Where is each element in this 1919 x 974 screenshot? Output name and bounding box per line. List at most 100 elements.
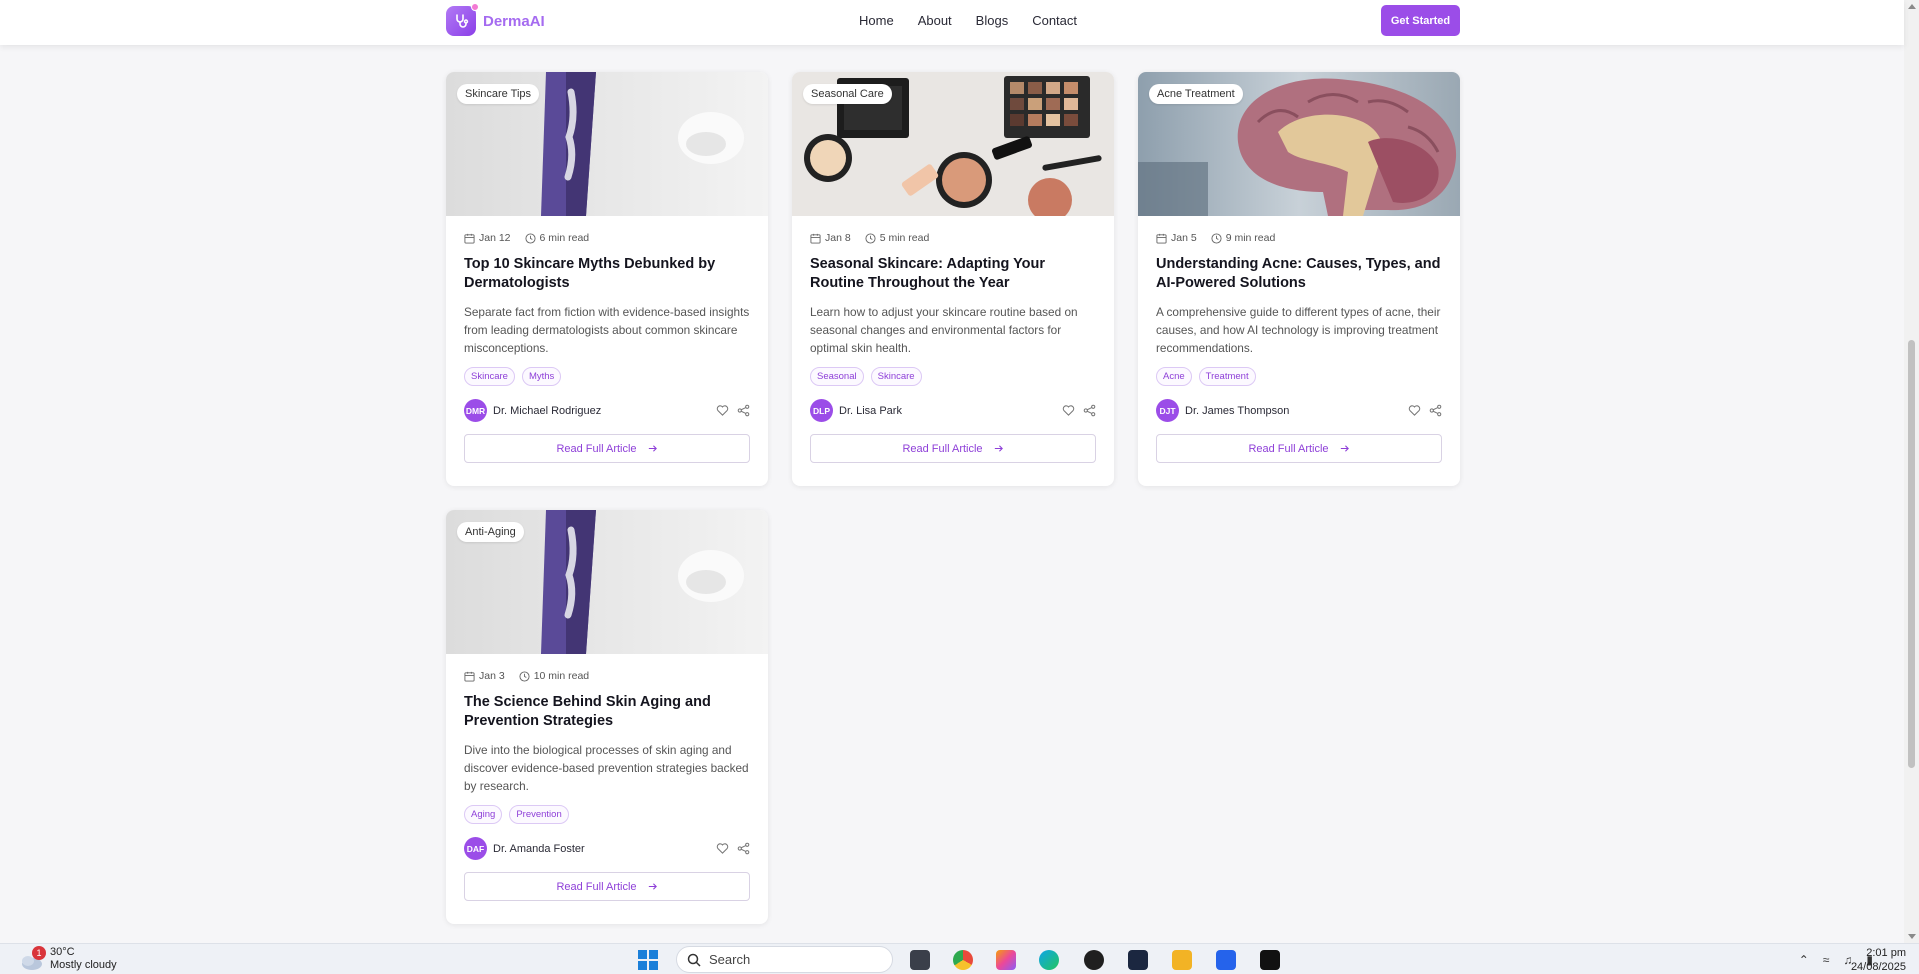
post-meta: Jan 5 9 min read	[1156, 232, 1442, 244]
calendar-icon	[810, 233, 821, 244]
avatar: DLP	[810, 399, 833, 422]
post-excerpt: A comprehensive guide to different types…	[1156, 305, 1441, 355]
tag-list: Skincare Myths	[464, 367, 750, 386]
calendar-icon	[464, 233, 475, 244]
page-scrollbar[interactable]	[1904, 0, 1919, 943]
copilot-icon[interactable]	[996, 950, 1016, 970]
brand-logo[interactable]: DermaAI	[446, 3, 545, 36]
author-row: DJT Dr. James Thompson	[1156, 399, 1442, 422]
nav-about[interactable]: About	[918, 13, 952, 28]
scroll-up-arrow[interactable]	[1908, 4, 1916, 9]
clock-time: 2:01 pm	[1866, 947, 1906, 959]
tag[interactable]: Acne	[1156, 367, 1192, 386]
file-explorer-icon[interactable]	[1172, 950, 1192, 970]
read-full-article-button[interactable]: Read Full Article	[464, 434, 750, 463]
card-image[interactable]: Acne Treatment	[1138, 72, 1460, 216]
author-name: Dr. Michael Rodriguez	[493, 404, 602, 417]
read-time: 6 min read	[539, 232, 590, 244]
top-navbar: DermaAI Home About Blogs Contact Get Sta…	[0, 0, 1904, 45]
terminal-icon[interactable]	[1260, 950, 1280, 970]
scroll-down-arrow[interactable]	[1908, 934, 1916, 939]
blog-card: Skincare Tips Jan 12 6 min read Top 10 S…	[446, 72, 768, 486]
post-title[interactable]: Top 10 Skincare Myths Debunked by Dermat…	[464, 255, 750, 293]
post-meta: Jan 3 10 min read	[464, 670, 750, 682]
read-button-label: Read Full Article	[556, 442, 637, 455]
microsoft-store-icon[interactable]	[1216, 950, 1236, 970]
post-excerpt: Separate fact from fiction with evidence…	[464, 305, 750, 355]
heart-icon[interactable]	[716, 842, 729, 855]
windows-start-icon[interactable]	[638, 950, 658, 970]
read-button-label: Read Full Article	[556, 880, 637, 893]
heart-icon[interactable]	[1062, 404, 1075, 417]
clock-icon	[519, 670, 530, 682]
chevron-up-icon[interactable]: ⌃	[1799, 953, 1809, 967]
weather-widget[interactable]: 1 30°C Mostly cloudy	[18, 946, 117, 972]
wifi-icon[interactable]: ≈	[1823, 953, 1830, 967]
card-image[interactable]: Skincare Tips	[446, 72, 768, 216]
nav-links: Home About Blogs Contact	[859, 13, 1101, 28]
nav-contact[interactable]: Contact	[1032, 13, 1077, 28]
brand-name: DermaAI	[483, 12, 545, 30]
avatar: DMR	[464, 399, 487, 422]
edge-icon[interactable]	[1039, 950, 1059, 970]
nav-blogs[interactable]: Blogs	[976, 13, 1009, 28]
task-view-icon[interactable]	[910, 950, 930, 970]
post-meta: Jan 8 5 min read	[810, 232, 1096, 244]
calendar-icon	[464, 671, 475, 682]
share-icon[interactable]	[1083, 404, 1096, 417]
card-image[interactable]: Anti-Aging	[446, 510, 768, 654]
read-button-label: Read Full Article	[902, 442, 983, 455]
arrow-right-icon	[994, 445, 1003, 452]
arrow-right-icon	[648, 445, 657, 452]
post-title[interactable]: Understanding Acne: Causes, Types, and A…	[1156, 255, 1442, 293]
post-meta: Jan 12 6 min read	[464, 232, 750, 244]
post-title[interactable]: The Science Behind Skin Aging and Preven…	[464, 693, 750, 731]
share-icon[interactable]	[737, 404, 750, 417]
solitaire-icon[interactable]	[1128, 950, 1148, 970]
tag[interactable]: Treatment	[1198, 367, 1256, 386]
author-row: DLP Dr. Lisa Park	[810, 399, 1096, 422]
card-image[interactable]: Seasonal Care	[792, 72, 1114, 216]
clock-icon	[865, 232, 876, 244]
weather-condition: Mostly cloudy	[50, 959, 117, 971]
post-date: Jan 3	[479, 670, 505, 682]
clock-icon	[524, 232, 536, 244]
author-name: Dr. James Thompson	[1185, 404, 1290, 417]
tag-list: Seasonal Skincare	[810, 367, 1096, 386]
read-full-article-button[interactable]: Read Full Article	[1156, 434, 1442, 463]
post-title[interactable]: Seasonal Skincare: Adapting Your Routine…	[810, 255, 1096, 293]
category-badge: Acne Treatment	[1149, 84, 1243, 104]
share-icon[interactable]	[737, 842, 750, 855]
tag[interactable]: Myths	[521, 367, 562, 386]
nav-home[interactable]: Home	[859, 13, 894, 28]
taskbar-search[interactable]: Search	[676, 946, 893, 973]
tag[interactable]: Skincare	[870, 367, 922, 386]
tag[interactable]: Prevention	[509, 805, 569, 824]
search-label: Search	[709, 952, 751, 967]
post-date: Jan 5	[1171, 232, 1197, 244]
tag[interactable]: Skincare	[464, 367, 515, 386]
chrome-icon[interactable]	[953, 950, 973, 970]
blog-card: Seasonal Care Jan 8 5 min read Seasonal …	[792, 72, 1114, 486]
scroll-thumb[interactable]	[1908, 340, 1915, 768]
read-time: 10 min read	[533, 670, 590, 682]
get-started-button[interactable]: Get Started	[1381, 5, 1460, 36]
dell-icon[interactable]	[1084, 950, 1104, 970]
tag[interactable]: Seasonal	[810, 367, 864, 386]
cloud-icon: 1	[18, 946, 46, 972]
read-time: 5 min read	[879, 232, 930, 244]
arrow-right-icon	[648, 883, 657, 890]
read-full-article-button[interactable]: Read Full Article	[464, 872, 750, 901]
heart-icon[interactable]	[1408, 404, 1421, 417]
read-full-article-button[interactable]: Read Full Article	[810, 434, 1096, 463]
read-time: 9 min read	[1225, 232, 1276, 244]
heart-icon[interactable]	[716, 404, 729, 417]
tag[interactable]: Aging	[464, 805, 503, 824]
avatar: DJT	[1156, 399, 1179, 422]
system-clock[interactable]: 2:01 pm 24/08/2025	[1836, 946, 1906, 974]
clock-date: 24/08/2025	[1850, 961, 1906, 973]
category-badge: Anti-Aging	[457, 522, 524, 542]
share-icon[interactable]	[1429, 404, 1442, 417]
windows-taskbar: 1 30°C Mostly cloudy Search ⌃ ≈ ♫ ▮ 2:01…	[0, 943, 1919, 974]
arrow-right-icon	[1340, 445, 1349, 452]
